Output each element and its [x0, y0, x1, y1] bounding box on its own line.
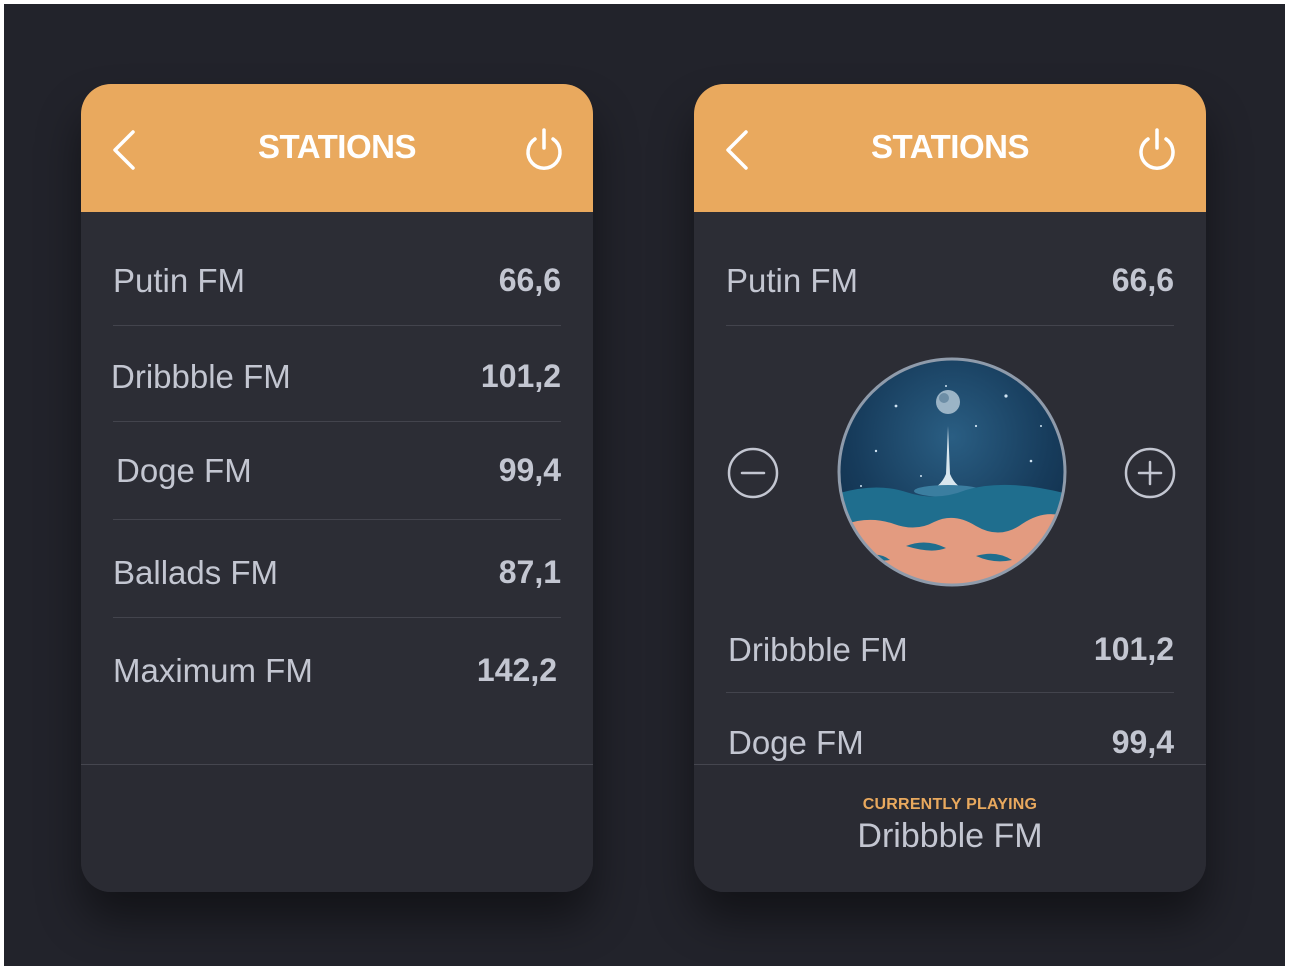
station-row[interactable]: Maximum FM 142,2: [113, 640, 561, 700]
station-row[interactable]: Dribbble FM 101,2: [111, 346, 561, 406]
now-playing-label: CURRENTLY PLAYING: [862, 796, 1038, 813]
divider: [726, 325, 1174, 326]
divider: [113, 421, 561, 422]
station-name: Maximum FM: [113, 652, 313, 689]
page-title: STATIONS: [258, 128, 416, 165]
station-row[interactable]: Putin FM 66,6: [113, 250, 561, 310]
station-name: Putin FM: [113, 262, 246, 299]
divider: [113, 325, 561, 326]
power-icon[interactable]: [1136, 126, 1178, 172]
station-name: Putin FM: [726, 262, 859, 299]
header: STATIONS: [81, 84, 593, 212]
station-row[interactable]: Dribbble FM 101,2: [726, 619, 1174, 679]
station-frequency: 66,6: [498, 262, 561, 298]
album-cover-art: [837, 357, 1067, 587]
header: STATIONS: [694, 84, 1206, 212]
station-row[interactable]: Ballads FM 87,1: [113, 542, 561, 602]
station-frequency: 66,6: [1111, 262, 1174, 298]
station-frequency: 101,2: [1093, 631, 1174, 667]
divider: [113, 617, 561, 618]
station-row[interactable]: Doge FM 99,4: [726, 712, 1174, 772]
station-frequency: 99,4: [498, 452, 561, 488]
stations-screen-player: STATIONS Putin FM 66,6 Dribbble FM 101,2…: [694, 84, 1206, 892]
station-row[interactable]: Putin FM 66,6: [726, 250, 1174, 310]
divider: [726, 692, 1174, 693]
station-name: Dribbble FM: [111, 358, 291, 395]
station-frequency: 101,2: [480, 358, 561, 394]
station-name: Dribbble FM: [728, 631, 908, 668]
now-playing-bar[interactable]: CURRENTLY PLAYING Dribbble FM: [694, 764, 1206, 892]
stations-screen-list: STATIONS Putin FM 66,6 Dribbble FM 101,2…: [81, 84, 593, 892]
canvas: STATIONS Putin FM 66,6 Dribbble FM 101,2…: [4, 4, 1285, 966]
power-icon[interactable]: [523, 126, 565, 172]
minus-circle-icon[interactable]: [726, 446, 780, 500]
station-frequency: 99,4: [1111, 724, 1174, 760]
station-frequency: 142,2: [476, 652, 557, 688]
divider: [113, 519, 561, 520]
station-row[interactable]: Doge FM 99,4: [113, 440, 561, 500]
now-playing-station: Dribbble FM: [857, 817, 1043, 855]
station-frequency: 87,1: [498, 554, 561, 590]
station-name: Doge FM: [728, 724, 864, 761]
station-name: Ballads FM: [113, 554, 279, 591]
footer: [81, 764, 593, 892]
plus-circle-icon[interactable]: [1123, 446, 1177, 500]
page-title: STATIONS: [871, 128, 1029, 165]
station-name: Doge FM: [116, 452, 252, 489]
